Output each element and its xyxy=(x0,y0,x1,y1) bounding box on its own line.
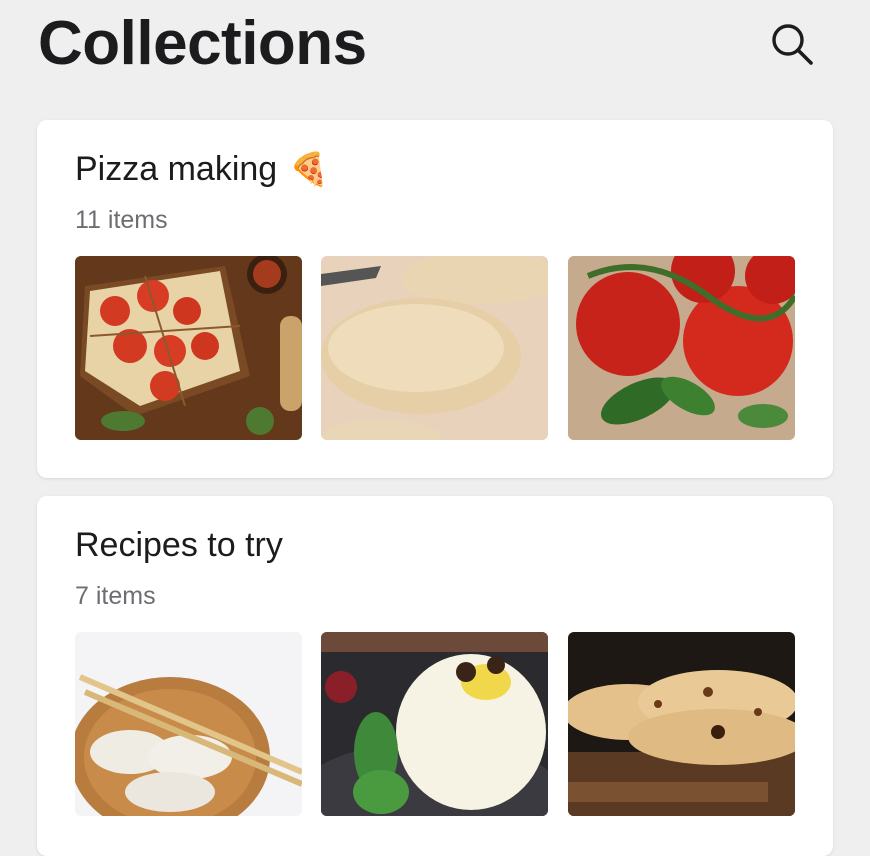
search-icon xyxy=(772,24,813,65)
collection-title: Pizza making 🍕 xyxy=(75,148,329,190)
dumplings-image[interactable] xyxy=(75,632,302,816)
tomatoes-basil-image[interactable] xyxy=(568,256,795,440)
pizza-slices-image[interactable] xyxy=(75,256,302,440)
collection-card-recipes-to-try[interactable]: Recipes to try 7 items xyxy=(37,496,833,856)
collection-card-pizza-making[interactable]: Pizza making 🍕 11 items xyxy=(37,120,833,478)
dessert-mint-image[interactable] xyxy=(321,632,548,816)
header: Collections xyxy=(0,0,870,100)
collection-title-text: Pizza making xyxy=(75,150,278,188)
collection-item-count: 11 items xyxy=(75,206,168,234)
pizza-dough-image[interactable] xyxy=(321,256,548,440)
pizza-emoji-icon: 🍕 xyxy=(289,150,330,188)
page-title: Collections xyxy=(38,9,367,78)
collection-title: Recipes to try xyxy=(75,524,283,566)
collection-item-count: 7 items xyxy=(75,582,156,610)
collection-title-text: Recipes to try xyxy=(75,526,283,564)
flatbread-image[interactable] xyxy=(568,632,795,816)
search-button[interactable] xyxy=(766,18,818,70)
